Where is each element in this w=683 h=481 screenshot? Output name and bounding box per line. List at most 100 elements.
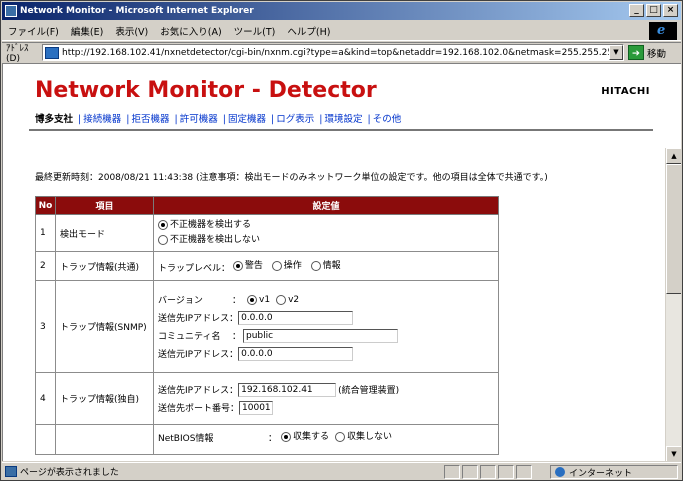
menu-help[interactable]: ヘルプ(H) [287,24,330,38]
menu-tools[interactable]: ツール(T) [234,24,276,38]
radio-level-info[interactable]: 情報 [310,259,341,273]
row-item-label: トラップ情報(独自) [55,372,154,425]
address-input[interactable]: http://192.168.102.41/nxnetdetector/cgi-… [42,44,624,61]
nav-current-site: 博多支社 [35,114,74,125]
table-row: NetBIOS情報 ： 収集する 収集しない [35,424,499,455]
ie-app-icon [5,5,17,17]
community-label: コミュニティ名 [158,332,221,342]
snmp-version-label: バージョン [158,296,203,306]
nav-denied-devices[interactable]: 拒否機器 [132,114,170,125]
custom-dest-note: (統合管理装置) [338,386,400,396]
radio-netbios-collect[interactable]: 収集する [281,430,329,444]
nav-permitted-devices[interactable]: 許可機器 [180,114,218,125]
row-number: 2 [35,251,56,281]
nav-links: 博多支社 | 接続機器 | 拒否機器 | 許可機器 | 固定機器 | ログ表示 | 環境設定… [35,114,402,125]
page-header: Network Monitor - Detector HITACHI 博多支社 … [3,64,680,140]
custom-dest-ip-label: 送信先IPアドレス： [158,386,239,396]
settings-table: No 項目 設定値 1 検出モード 不正機器を検出する 不正機器を検出しない 2… [35,196,499,455]
nav-other[interactable]: その他 [373,114,402,125]
status-pane [462,465,478,479]
brand-logo: HITACHI [601,86,650,97]
netbios-sep: ： [268,433,278,444]
row-number: 3 [35,280,56,373]
row-value: 送信先IPアドレス： 192.168.102.41 (統合管理装置) 送信先ポー… [153,372,499,425]
nav-log-view[interactable]: ログ表示 [276,114,314,125]
header-value: 設定値 [153,196,499,215]
row-item-label: トラップ情報(共通) [55,251,154,281]
close-button[interactable]: × [663,4,678,17]
radio-detect-off[interactable]: 不正機器を検出しない [158,233,260,247]
go-arrow-icon: ➔ [628,45,644,60]
page-content: Network Monitor - Detector HITACHI 博多支社 … [2,63,681,461]
browser-window: Network Monitor - Microsoft Internet Exp… [0,0,683,481]
row-number [35,424,56,455]
nav-fixed-devices[interactable]: 固定機器 [228,114,266,125]
scroll-down-icon[interactable]: ▼ [666,446,681,461]
title-bar: Network Monitor - Microsoft Internet Exp… [2,2,681,20]
globe-icon [555,467,565,477]
address-bar: ｱﾄﾞﾚｽ(D) http://192.168.102.41/nxnetdete… [2,42,681,64]
table-row: 3 トラップ情報(SNMP) バージョン ： v1 v2 送信先IPアドレス： … [35,280,499,373]
custom-port-label: 送信先ポート番号： [158,404,240,414]
radio-level-warning[interactable]: 警告 [232,259,263,273]
status-pane [480,465,496,479]
zone-text: インターネット [569,468,633,479]
row-value: NetBIOS情報 ： 収集する 収集しない [153,424,499,455]
page-title: Network Monitor - Detector [35,78,377,103]
address-url: http://192.168.102.41/nxnetdetector/cgi-… [62,47,624,58]
snmp-src-ip-input[interactable]: 0.0.0.0 [238,346,354,361]
table-row: 4 トラップ情報(独自) 送信先IPアドレス： 192.168.102.41 (… [35,372,499,425]
nav-connected-devices[interactable]: 接続機器 [83,114,121,125]
menu-edit[interactable]: 編集(E) [71,24,103,38]
table-header-row: No 項目 設定値 [35,196,499,215]
maximize-button[interactable]: □ [646,4,661,17]
radio-detect-on[interactable]: 不正機器を検出する [158,218,251,232]
row-item-label [55,424,154,455]
row-value: バージョン ： v1 v2 送信先IPアドレス： 0.0.0.0 コミュニティ名… [153,280,499,373]
netbios-label: NetBIOS情報 [158,433,214,444]
status-text: ページが表示されました [20,468,119,478]
go-button[interactable]: ➔ 移動 [628,44,666,61]
community-sep: ： [232,332,242,342]
community-input[interactable]: public [243,328,399,343]
header-no: No [35,196,56,215]
address-dropdown-icon[interactable]: ▼ [609,45,623,60]
status-pane [516,465,532,479]
row-value: 不正機器を検出する 不正機器を検出しない [153,214,499,252]
radio-level-operation[interactable]: 操作 [271,259,302,273]
status-panes [444,465,532,479]
last-updated-text: 最終更新時刻：2008/08/21 11:43:38 (注意事項：検出モードのみ… [35,173,548,183]
table-row: 1 検出モード 不正機器を検出する 不正機器を検出しない [35,214,499,252]
menu-file[interactable]: ファイル(F) [8,24,59,38]
radio-netbios-nocollect[interactable]: 収集しない [335,430,392,444]
status-bar: ページが表示されました インターネット [2,462,681,480]
trap-level-label: トラップレベル： [158,263,231,274]
row-number: 4 [35,372,56,425]
snmp-dest-ip-input[interactable]: 0.0.0.0 [238,310,354,325]
row-number: 1 [35,214,56,252]
nav-settings[interactable]: 環境設定 [325,114,363,125]
menu-view[interactable]: 表示(V) [115,24,148,38]
menu-favorites[interactable]: お気に入り(A) [160,24,221,38]
custom-dest-ip-input[interactable]: 192.168.102.41 [238,382,337,397]
row-item-label: トラップ情報(SNMP) [55,280,154,373]
scroll-thumb[interactable] [666,164,681,294]
row-value: トラップレベル： 警告 操作 情報 [153,251,499,281]
page-done-icon [5,466,17,477]
header-divider [29,129,653,131]
ie-logo-icon: e [649,22,677,40]
radio-snmp-v2[interactable]: v2 [276,293,299,307]
custom-port-input[interactable]: 10001 [239,400,274,415]
address-label: ｱﾄﾞﾚｽ(D) [6,44,29,64]
snmp-dest-ip-label: 送信先IPアドレス： [158,314,239,324]
scroll-up-icon[interactable]: ▲ [666,148,681,164]
page-icon [45,46,59,59]
snmp-src-ip-label: 送信元IPアドレス： [158,350,239,360]
radio-snmp-v1[interactable]: v1 [247,293,270,307]
vertical-scrollbar[interactable]: ▲ ▼ [665,148,681,461]
snmp-version-sep: ： [232,296,242,306]
minimize-button[interactable]: _ [629,4,644,17]
row-item-label: 検出モード [55,214,154,252]
go-label: 移動 [647,48,667,60]
window-title: Network Monitor - Microsoft Internet Exp… [20,6,254,16]
